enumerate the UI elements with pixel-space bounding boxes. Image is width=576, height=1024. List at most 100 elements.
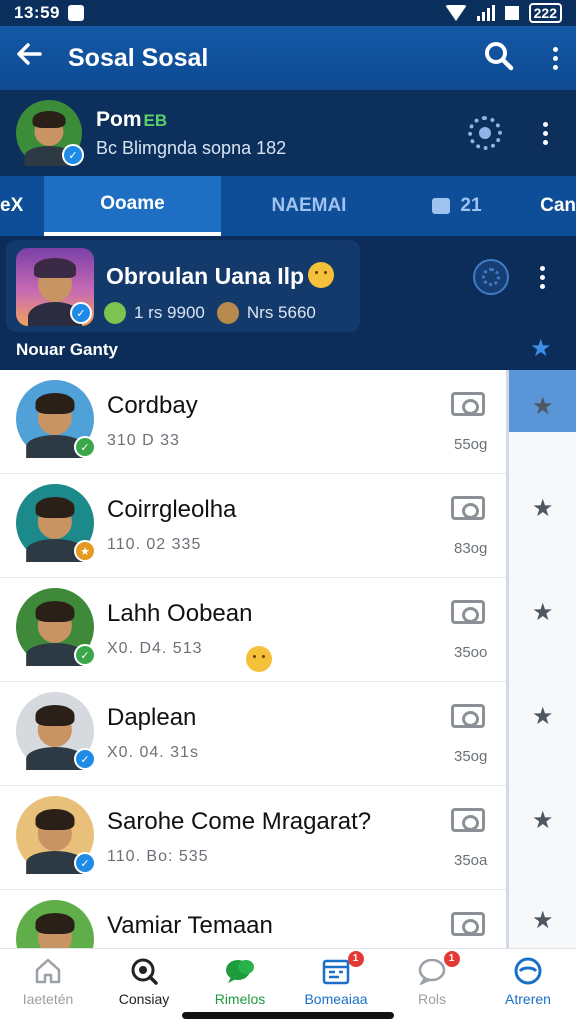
list-item[interactable]: ★ Coirrgleolha 110. 02 335 83og [0,474,506,578]
calendar-icon [322,959,350,985]
contact-name: Sarohe Come Mragarat? [107,808,372,835]
contact-meta: X0. 04. 31s [107,744,199,761]
nav-search[interactable]: Consiay [96,949,192,1024]
contact-size: 35oa [454,852,488,869]
contact-name: Coirrgleolha [107,496,237,523]
contact-meta: 110. Bo: 535 [107,848,209,865]
nav-atreren[interactable]: Atreren [480,949,576,1024]
verified-badge-icon: ✓ [70,302,92,324]
star-pin-icon[interactable]: ★ [530,334,552,363]
group-settings-icon[interactable] [473,259,509,295]
notification-badge: 1 [347,951,364,967]
status-icons: 222 [444,3,562,23]
status-badge-icon: ✓ [74,644,96,666]
list-item[interactable]: ✓ Sarohe Come Mragarat? 110. Bo: 535 35o… [0,786,506,890]
tab-ooame[interactable]: Ooame [44,176,221,236]
group-section: ✓ Obroulan Uana Ilp 1 rs 9900 Nrs 5660 N… [0,236,576,370]
contact-meta: X0. D4. 513 [107,640,203,657]
home-indicator [182,1012,394,1019]
more-vert-icon[interactable] [537,266,547,289]
member-icon [104,302,126,324]
signal-icon [476,5,495,21]
star-icon[interactable]: ★ [532,806,554,835]
avatar[interactable]: ✓ [16,100,84,166]
tab-can[interactable]: Can [517,176,576,236]
settings-gear-icon[interactable] [468,116,502,150]
avatar[interactable]: ✓ [16,692,96,770]
contact-meta: 310 D 33 [107,432,180,449]
camera-icon[interactable] [451,704,485,728]
chat-icon [432,198,451,214]
battery-indicator: 222 [528,3,562,23]
nav-home[interactable]: Iaetetén [0,949,96,1024]
contact-name: Cordbay [107,392,198,419]
contact-name: Daplean [107,704,197,731]
profile-icon [514,957,542,985]
contact-name: Vamiar Temaan [107,912,273,939]
chat-icon [418,958,446,985]
tab-bar: eX Ooame NAEMAI 21 Can [0,176,576,236]
avatar[interactable]: ★ [16,484,96,562]
status-badge-icon: ✓ [74,436,96,458]
group-stat-1: 1 rs 9900 [134,303,205,322]
nav-rols[interactable]: 1 Rols [384,949,480,1024]
star-icon[interactable]: ★ [532,702,554,731]
contact-list: ✓ Cordbay 310 D 33 55og ★ ★ Coirrgleolha… [0,370,576,948]
page-title: Sosal Sosal [68,43,209,72]
status-badge-icon: ✓ [74,748,96,770]
status-bar: 13:59 222 [0,0,576,26]
more-vert-icon[interactable] [550,46,560,70]
verified-badge-icon: ✓ [62,144,84,166]
star-icon[interactable]: ★ [532,392,554,421]
star-icon[interactable]: ★ [532,906,554,935]
camera-icon[interactable] [451,600,485,624]
avatar[interactable]: ✓ [16,380,96,458]
star-icon[interactable]: ★ [532,494,554,523]
status-badge-icon: ✓ [74,852,96,874]
profile-subtitle: Bc Blimgnda sopna 182 [96,137,287,158]
camera-icon[interactable] [451,912,485,936]
group-stat-2: Nrs 5660 [246,303,316,322]
smile-emoji-icon [246,646,272,672]
profile-name: Pom EB [96,107,168,131]
wifi-icon [444,5,467,21]
camera-icon[interactable] [451,496,485,520]
avatar[interactable]: ✓ [16,588,96,666]
list-item[interactable]: Vamiar Temaan [0,890,506,948]
home-icon [35,958,61,984]
camera-icon[interactable] [451,392,485,416]
contact-size: 35oo [454,644,488,661]
contact-name: Lahh Oobean [107,600,253,627]
camera-icon[interactable] [451,808,485,832]
notification-icon [67,5,84,21]
status-time: 13:59 [14,3,60,22]
contact-size: 55og [454,436,488,453]
arrow-left-icon[interactable] [16,41,52,75]
photo-icon [216,302,239,324]
app-root: 13:59 222 Sosal Sosal ✓ Pom EB Bc Blimgn… [0,0,576,1024]
profile-info: Pom EB Bc Blimgnda sopna 182 [96,108,286,159]
group-stats: 1 rs 9900 Nrs 5660 [104,302,316,324]
smile-emoji-icon [308,262,335,288]
app-bar-actions [484,41,560,76]
app-bar: Sosal Sosal [0,26,576,90]
list-item[interactable]: ✓ Cordbay 310 D 33 55og [0,370,506,474]
star-icon[interactable]: ★ [532,598,554,627]
profile-header[interactable]: ✓ Pom EB Bc Blimgnda sopna 182 [0,90,576,176]
list-item[interactable]: ✓ Lahh Oobean X0. D4. 513 35oo [0,578,506,682]
contact-size: 35og [454,748,488,765]
tab-ex[interactable]: eX [0,176,44,236]
tab-chats[interactable]: 21 [397,176,517,236]
sim-icon [504,6,519,20]
tab-naemai[interactable]: NAEMAI [221,176,397,236]
side-strip [506,370,576,948]
status-badge-icon: ★ [74,540,96,562]
group-name: Obroulan Uana Ilp [106,262,335,290]
more-vert-icon[interactable] [540,121,550,145]
avatar[interactable]: ✓ [16,796,96,874]
search-icon[interactable] [484,41,514,76]
avatar[interactable] [16,900,94,948]
profile-tag: EB [143,110,168,130]
contact-meta: 110. 02 335 [107,536,202,553]
list-item[interactable]: ✓ Daplean X0. 04. 31s 35og [0,682,506,786]
